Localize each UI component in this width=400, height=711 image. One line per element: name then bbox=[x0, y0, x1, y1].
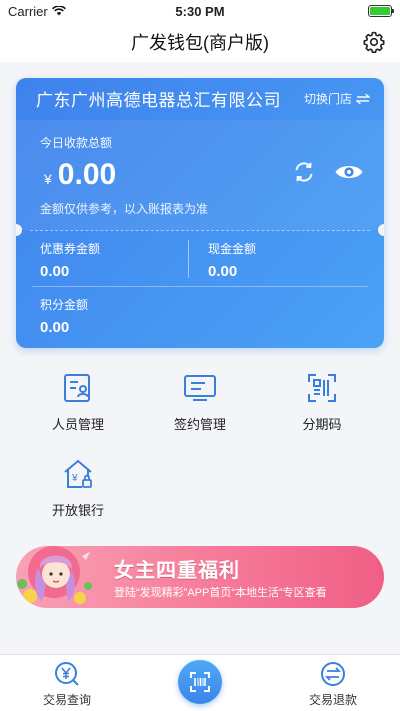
company-name: 广东广州高德电器总汇有限公司 bbox=[36, 91, 281, 110]
column-divider bbox=[188, 240, 189, 278]
menu-label: 分期码 bbox=[302, 417, 342, 432]
scan-button[interactable] bbox=[178, 660, 222, 704]
menu-item-installment-code[interactable]: 分期码 bbox=[272, 372, 372, 433]
gear-icon[interactable] bbox=[362, 30, 386, 54]
banner-title: 女主四重福利 bbox=[114, 560, 240, 582]
tab-transaction-refund[interactable]: 交易退款 bbox=[293, 661, 373, 708]
amount-label: 今日收款总额 bbox=[40, 136, 113, 150]
amount-value: 0.00 bbox=[57, 158, 117, 191]
card-divider bbox=[30, 230, 370, 231]
staff-icon bbox=[64, 374, 90, 402]
refresh-icon[interactable] bbox=[292, 160, 316, 184]
cash-label: 现金金额 bbox=[208, 242, 257, 256]
cash-amount: 现金金额 0.00 bbox=[208, 240, 256, 280]
open-bank-icon: ¥ bbox=[64, 459, 92, 488]
battery-icon bbox=[368, 5, 394, 17]
refund-icon bbox=[321, 662, 345, 686]
svg-text:¥: ¥ bbox=[71, 473, 78, 484]
menu-label: 人员管理 bbox=[51, 417, 104, 432]
row-divider bbox=[32, 286, 368, 287]
menu-label: 签约管理 bbox=[173, 417, 226, 432]
yen-query-icon bbox=[55, 662, 79, 686]
cash-value: 0.00 bbox=[208, 263, 238, 280]
menu-label: 开放银行 bbox=[51, 503, 104, 518]
promo-banner[interactable]: 女主四重福利 登陆“发现精彩”APP首页“本地生活”专区查看 bbox=[16, 546, 384, 608]
revenue-card: 广东广州高德电器总汇有限公司 切换门店 今日收款总额 ¥ 0.00 金额仅供参考… bbox=[16, 78, 384, 348]
banner-illustration bbox=[17, 546, 92, 604]
coupon-label: 优惠券金额 bbox=[40, 242, 101, 256]
points-value: 0.00 bbox=[40, 319, 70, 336]
switch-store-button[interactable]: 切换门店 bbox=[304, 90, 370, 107]
wifi-icon bbox=[51, 6, 66, 16]
switch-store-label: 切换门店 bbox=[303, 92, 352, 106]
amount-note: 金额仅供参考，以入账报表为准 bbox=[40, 202, 209, 216]
page-title: 广发钱包(商户版) bbox=[131, 33, 269, 53]
tab-label: 交易查询 bbox=[42, 693, 91, 707]
coupon-value: 0.00 bbox=[40, 263, 70, 280]
menu-item-open-bank[interactable]: ¥ 开放银行 bbox=[28, 458, 128, 519]
contract-icon bbox=[184, 375, 216, 401]
tab-transaction-query[interactable]: 交易查询 bbox=[27, 661, 107, 708]
coupon-amount: 优惠券金额 0.00 bbox=[40, 240, 100, 280]
swap-icon bbox=[356, 92, 370, 105]
menu-item-contract[interactable]: 签约管理 bbox=[150, 372, 250, 433]
status-left: Carrier bbox=[8, 4, 66, 19]
currency-symbol: ¥ bbox=[44, 171, 52, 187]
menu-item-staff[interactable]: 人员管理 bbox=[28, 372, 128, 433]
installment-code-icon bbox=[308, 374, 336, 402]
battery-level bbox=[370, 7, 390, 15]
eye-icon[interactable] bbox=[334, 161, 364, 183]
points-amount: 积分金额 0.00 bbox=[40, 296, 88, 336]
banner-subtitle: 登陆“发现精彩”APP首页“本地生活”专区查看 bbox=[114, 587, 327, 599]
points-label: 积分金额 bbox=[40, 298, 89, 312]
nav-bar: 广发钱包(商户版) bbox=[0, 22, 400, 62]
carrier-label: Carrier bbox=[8, 3, 48, 19]
card-header: 广东广州高德电器总汇有限公司 切换门店 bbox=[16, 78, 384, 120]
tab-label: 交易退款 bbox=[308, 693, 357, 707]
card-notch-right bbox=[378, 224, 384, 236]
status-bar: Carrier 5:30 PM bbox=[0, 0, 400, 22]
scan-icon bbox=[190, 672, 210, 692]
today-amount: ¥ 0.00 bbox=[44, 158, 116, 192]
